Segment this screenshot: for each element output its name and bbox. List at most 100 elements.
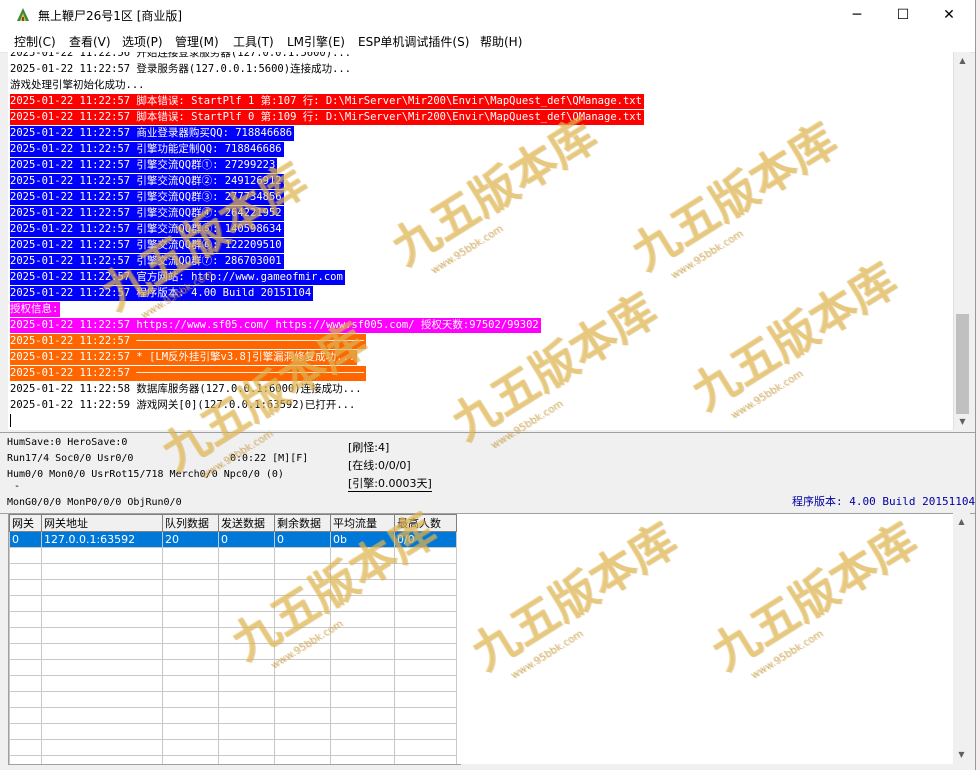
table-cell [218,739,275,756]
table-cell [162,627,219,644]
column-header[interactable]: 网关 [9,514,42,532]
table-cell [274,707,331,724]
log-line: 2025-01-22 11:22:57 程序版本: 4.00 Build 201… [10,286,314,301]
status-hum: Hum0/0 Mon0/0 UsrRot15/718 Merch0/0 Npc0… [7,469,284,480]
table-cell [330,611,395,628]
table-cell [9,579,42,596]
scroll-thumb[interactable] [956,314,969,414]
table-row[interactable] [9,611,457,628]
table-cell [394,627,457,644]
table-row[interactable]: 0 127.0.0.1:63592 20 0 0 0b 0/0 [9,531,457,548]
table-cell [330,563,395,580]
table-cell [41,707,163,724]
close-button[interactable]: ✕ [926,0,972,30]
menu-manage[interactable]: 管理(M) [175,33,219,50]
column-header[interactable]: 发送数据 [218,514,275,532]
table-cell [41,755,163,764]
log-line: 2025-01-22 11:22:57 引擎功能定制QQ: 718846686 [10,142,284,157]
table-row[interactable] [9,723,457,740]
grid-scroll-down-icon[interactable]: ▼ [953,746,970,763]
log-line: 2025-01-22 11:22:57 * [LM反外挂引擎v3.8]引擎漏洞修… [10,350,358,365]
table-cell [394,739,457,756]
column-header[interactable]: 平均流量 [330,514,395,532]
table-row[interactable] [9,563,457,580]
table-cell [218,579,275,596]
table-cell [41,691,163,708]
window-title: 無上鞭尸26号1区 [商业版] [38,9,183,23]
table-cell [41,627,163,644]
log-line: 2025-01-22 11:22:57 https://www.sf05.com… [10,318,541,333]
menu-options[interactable]: 选项(P) [122,33,163,50]
menu-esp-plugin[interactable]: ESP单机调试插件(S) [358,33,469,50]
table-cell [274,627,331,644]
log-line: 2025-01-22 11:22:57 引擎交流QQ群③: 277734856 [10,190,284,205]
menu-view[interactable]: 查看(V) [69,33,111,50]
table-cell [394,755,457,764]
table-cell [394,563,457,580]
table-row[interactable] [9,643,457,660]
table-row[interactable] [9,691,457,708]
grid-scrollbar[interactable]: ▲ ▼ [953,513,970,763]
column-header[interactable]: 最高人数 [394,514,457,532]
column-header[interactable]: 剩余数据 [274,514,331,532]
log-line: 2025-01-22 11:22:59 游戏网关[0](127.0.0.1:63… [10,399,356,411]
table-cell [41,595,163,612]
table-cell [218,675,275,692]
table-cell [162,723,219,740]
menu-tools[interactable]: 工具(T) [233,33,274,50]
table-row[interactable] [9,675,457,692]
table-row[interactable] [9,739,457,756]
table-cell [330,643,395,660]
table-row[interactable] [9,755,457,764]
menu-help[interactable]: 帮助(H) [480,33,522,50]
table-cell [162,755,219,764]
table-row[interactable] [9,659,457,676]
table-row[interactable] [9,627,457,644]
table-row[interactable] [9,595,457,612]
table-cell [9,723,42,740]
table-row[interactable] [9,579,457,596]
table-cell: 0 [218,531,275,548]
table-cell [218,627,275,644]
table-cell [218,595,275,612]
menu-control[interactable]: 控制(C) [14,33,56,50]
log-line: 2025-01-22 11:22:57 引擎交流QQ群⑦: 286703001 [10,254,284,269]
table-cell [162,611,219,628]
table-cell [274,723,331,740]
table-cell [330,691,395,708]
table-cell [394,723,457,740]
table-cell [9,643,42,660]
table-cell [162,579,219,596]
table-cell [218,611,275,628]
table-cell [274,595,331,612]
minimize-button[interactable]: ─ [834,0,880,30]
table-cell [394,643,457,660]
grid-scroll-up-icon[interactable]: ▲ [953,513,970,530]
table-cell [394,691,457,708]
table-cell [162,675,219,692]
table-cell [162,563,219,580]
status-online: [在线:0/0/0] [348,459,411,472]
menu-lm-engine[interactable]: LM引擎(E) [287,33,345,50]
table-cell [330,659,395,676]
scroll-down-icon[interactable]: ▼ [954,413,971,430]
table-cell [394,675,457,692]
table-cell [218,563,275,580]
log-output[interactable]: 2025-01-22 11:22:56 开始连接登录服务器(127.0.0.1:… [8,52,953,430]
column-header[interactable]: 队列数据 [162,514,219,532]
table-cell [162,707,219,724]
log-line: 2025-01-22 11:22:57 引擎交流QQ群①: 27299223 [10,158,278,173]
table-cell [274,579,331,596]
log-scrollbar[interactable]: ▲ ▼ [953,52,971,430]
table-row[interactable] [9,547,457,564]
table-row[interactable] [9,707,457,724]
table-cell [330,723,395,740]
table-cell [330,739,395,756]
table-cell [274,691,331,708]
table-cell [218,547,275,564]
scroll-up-icon[interactable]: ▲ [954,52,971,69]
maximize-button[interactable]: ☐ [880,0,926,30]
log-line: 2025-01-22 11:22:58 数据库服务器(127.0.0.1:600… [10,383,362,395]
column-header[interactable]: 网关地址 [41,514,163,532]
status-refresh-monsters: [刷怪:4] [348,441,390,454]
